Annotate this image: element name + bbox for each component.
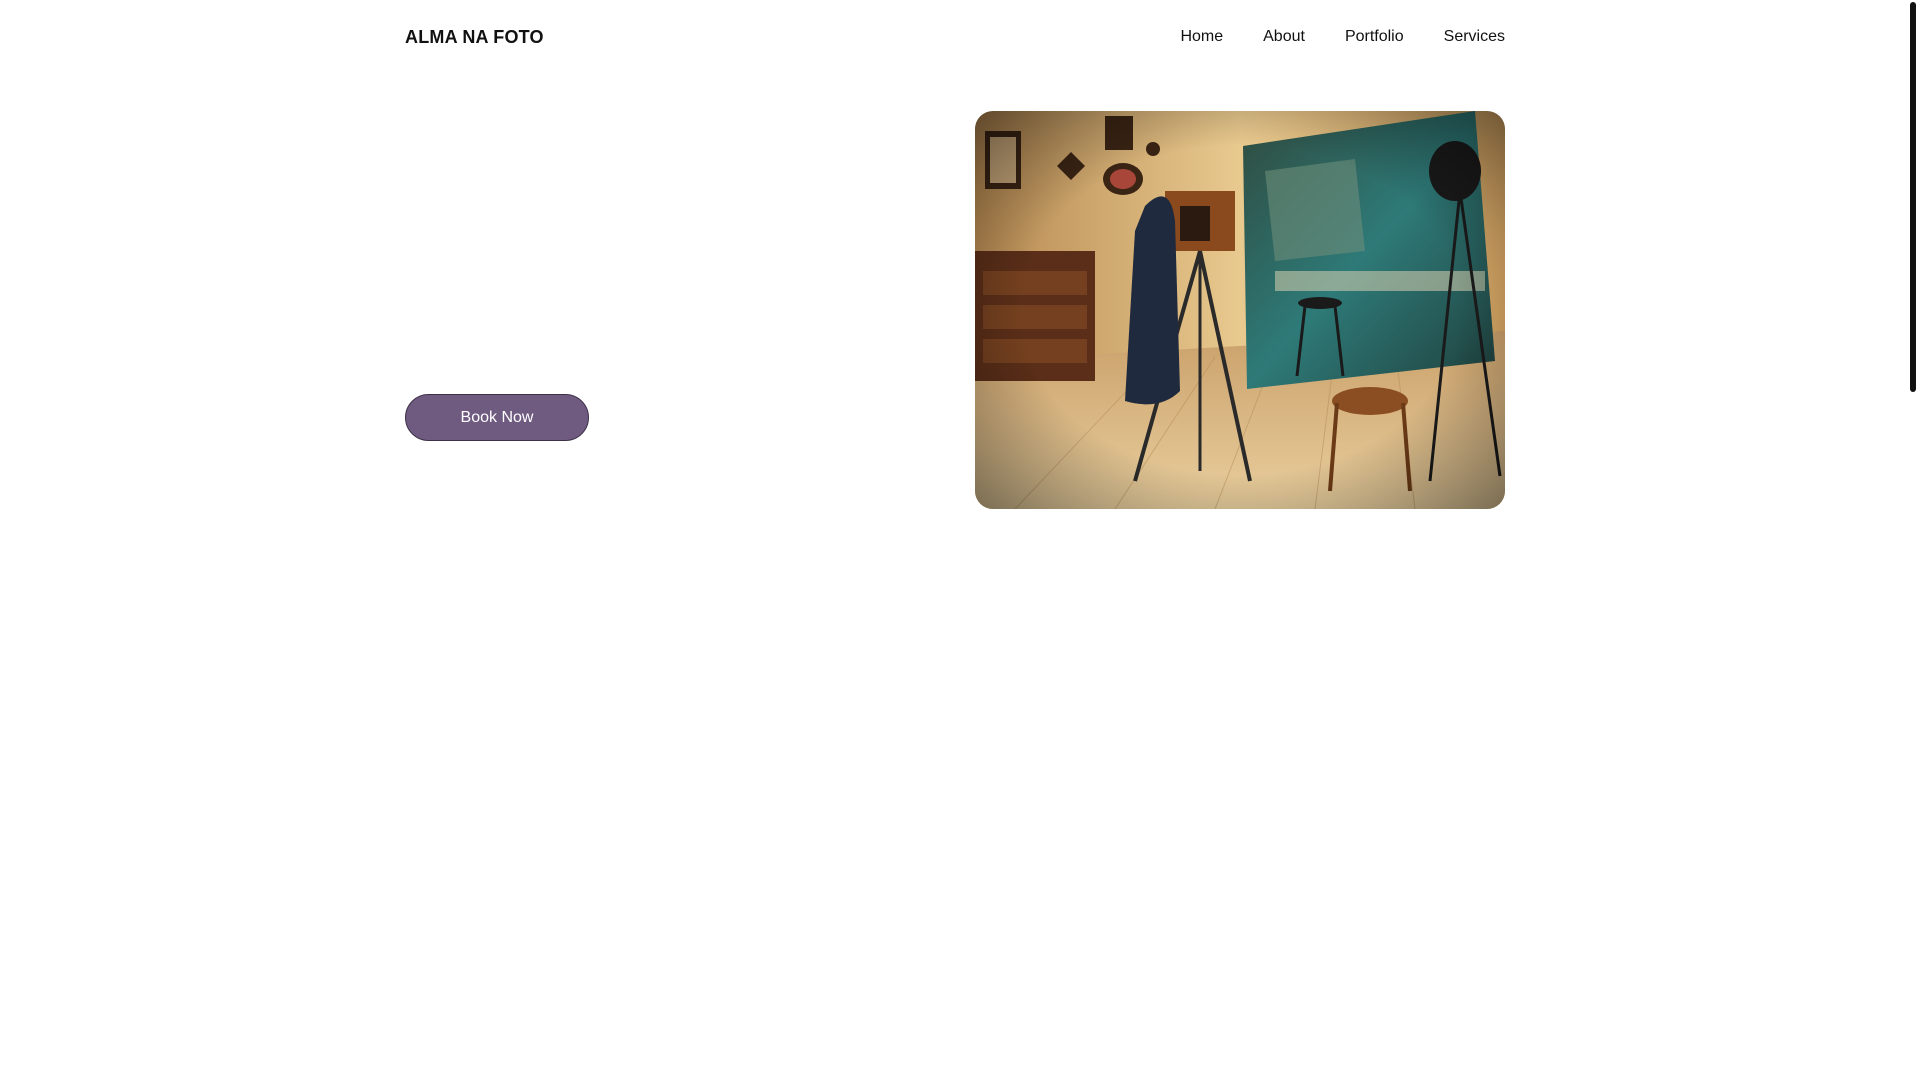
site-header: ALMA NA FOTO Home About Portfolio Servic…: [405, 0, 1505, 74]
nav-home[interactable]: Home: [1180, 28, 1223, 46]
nav-services[interactable]: Services: [1444, 28, 1505, 46]
nav-portfolio[interactable]: Portfolio: [1345, 28, 1404, 46]
main-nav: Home About Portfolio Services: [1180, 28, 1505, 46]
book-now-button[interactable]: Book Now: [405, 394, 589, 441]
nav-about[interactable]: About: [1263, 28, 1305, 46]
hero-image: [975, 111, 1505, 509]
photo-studio-image: [975, 111, 1505, 509]
site-logo[interactable]: ALMA NA FOTO: [405, 27, 544, 48]
scrollbar-thumb[interactable]: [1910, 2, 1916, 392]
scrollbar-track[interactable]: [1906, 0, 1920, 1080]
page: ALMA NA FOTO Home About Portfolio Servic…: [0, 0, 1920, 1080]
